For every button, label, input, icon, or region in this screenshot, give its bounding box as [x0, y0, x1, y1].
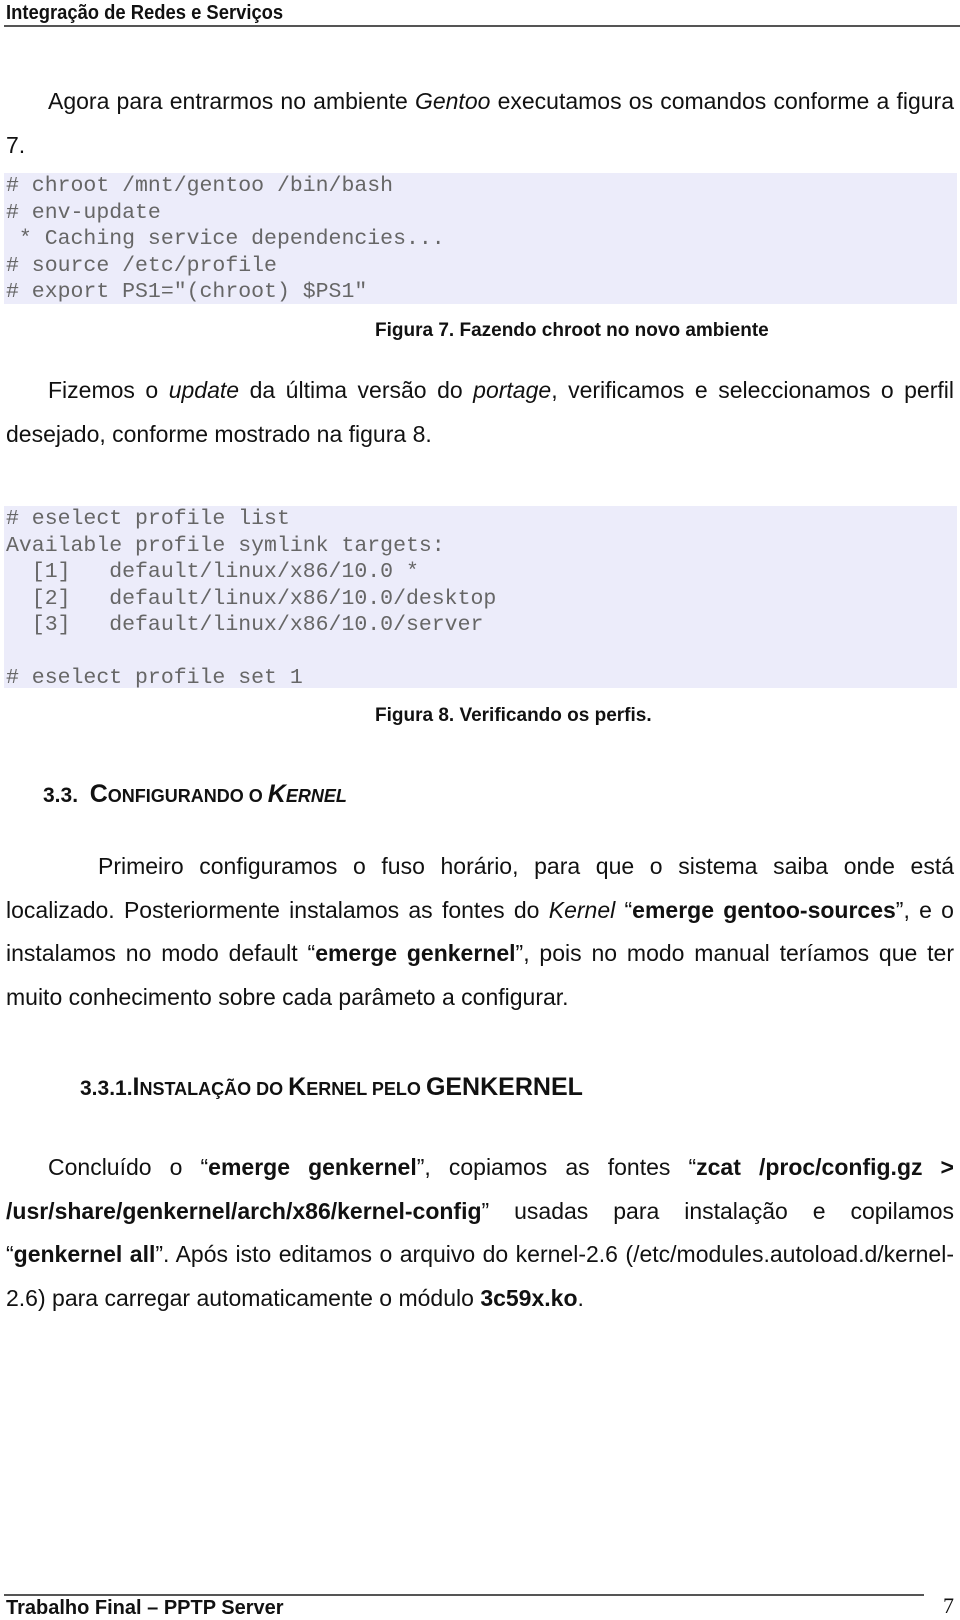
command: emerge genkernel: [208, 1154, 417, 1180]
page-number: 7: [943, 1593, 954, 1618]
header-rule: [4, 25, 960, 27]
command: genkernel all: [13, 1241, 156, 1267]
heading-text: K: [288, 1073, 307, 1101]
section-heading-3-3: 3.3. CONFIGURANDO O KERNEL: [43, 780, 347, 809]
code-line: * Caching service dependencies...: [6, 227, 445, 251]
emphasis: update: [168, 377, 240, 403]
code-line: # env-update: [6, 200, 161, 225]
emphasis: Gentoo: [414, 88, 491, 114]
intro-paragraph: Agora para entrarmos no ambiente Gentoo …: [6, 80, 954, 167]
heading-text: ERNEL PELO: [306, 1079, 426, 1099]
command: emerge gentoo-sources: [632, 896, 896, 923]
code-line: # export PS1="(chroot) $PS1": [6, 280, 368, 304]
update-paragraph: Fizemos o update da última versão do por…: [6, 369, 954, 456]
heading-text: K: [267, 780, 286, 808]
code-line: [3] default/linux/x86/10.0/server: [6, 613, 484, 637]
text: “: [615, 896, 633, 923]
heading-text: ONFIGURANDO O: [107, 786, 268, 806]
figure8-caption: Figura 8. Verificando os perfis.: [375, 705, 652, 726]
code-line: Available profile symlink targets:: [6, 533, 445, 558]
section-heading-3-3-1: 3.3.1.INSTALAÇÃO DO KERNEL PELO GENKERNE…: [80, 1073, 583, 1102]
code-line: # chroot /mnt/gentoo /bin/bash: [6, 174, 394, 198]
heading-text: GENKERNEL: [425, 1073, 583, 1101]
text: Fizemos o: [48, 377, 169, 403]
code-line: # eselect profile list: [6, 507, 290, 531]
text: .: [577, 1284, 584, 1311]
emphasis: portage: [473, 377, 552, 403]
figure7-caption: Figura 7. Fazendo chroot no novo ambient…: [375, 320, 769, 341]
running-header-title: Integração de Redes e Serviços: [6, 2, 284, 24]
emphasis: Kernel: [548, 896, 616, 923]
footer-title: Trabalho Final – PPTP Server: [6, 1597, 284, 1619]
figure8-code-block: # eselect profile list Available profile …: [4, 506, 957, 690]
heading-text: C: [89, 780, 108, 808]
text: Agora para entrarmos no ambiente: [48, 88, 415, 114]
genkernel-paragraph: Concluído o “emerge genkernel”, copiamos…: [6, 1146, 954, 1320]
code-line: # source /etc/profile: [6, 253, 277, 278]
section-number: 3.3.1.: [80, 1077, 133, 1100]
heading-text: ERNEL: [285, 786, 347, 806]
code-line: # eselect profile set 1: [6, 666, 303, 690]
text: da última versão do: [239, 377, 474, 403]
text: Concluído o “: [48, 1154, 209, 1180]
section-number: 3.3.: [43, 784, 79, 807]
figure7-code-block: # chroot /mnt/gentoo /bin/bash # env-upda…: [4, 173, 957, 304]
footer-rule: [4, 1594, 924, 1596]
code-line: [1] default/linux/x86/10.0 *: [6, 560, 419, 584]
command: emerge genkernel: [315, 940, 516, 966]
text: ”, copiamos as fontes “: [416, 1154, 697, 1180]
heading-text: I: [132, 1073, 140, 1101]
kernel-config-paragraph: Primeiro configuramos o fuso horário, pa…: [6, 845, 954, 1019]
heading-text: NSTALAÇÃO DO: [139, 1079, 289, 1099]
code-line: [2] default/linux/x86/10.0/desktop: [6, 586, 497, 611]
module-name: 3c59x.ko: [480, 1284, 578, 1311]
